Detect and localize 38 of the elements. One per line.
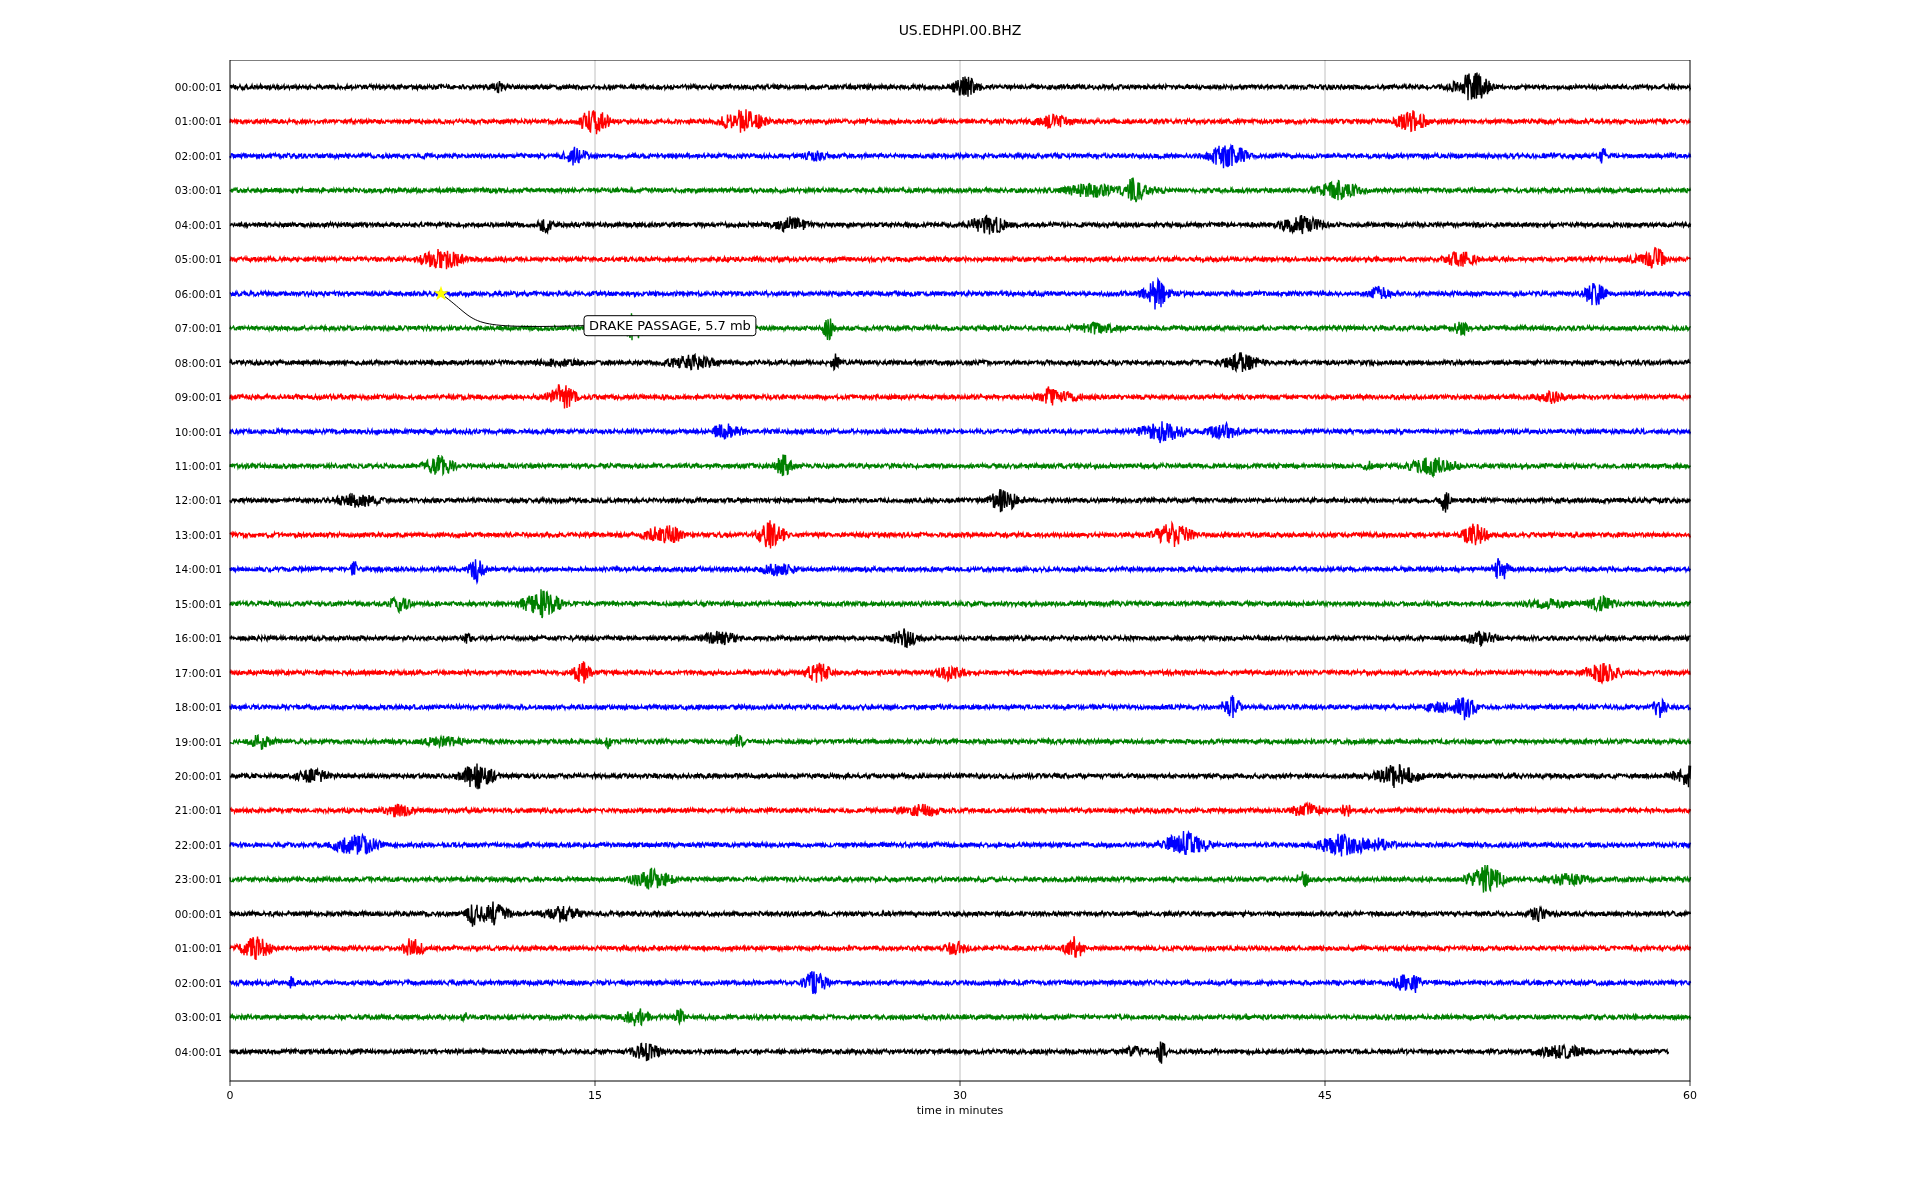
time-label: 20:00:01 [174, 770, 222, 782]
time-label: 01:00:01 [174, 115, 222, 128]
time-label: 19:00:01 [174, 735, 222, 748]
time-label: 04:00:01 [174, 218, 222, 231]
time-label: 03:00:01 [174, 184, 222, 197]
tick-label: 0 [226, 1089, 234, 1102]
time-label: 23:00:01 [174, 873, 222, 886]
time-label: 22:00:01 [174, 838, 222, 851]
time-label: 21:00:01 [174, 804, 222, 817]
tick-label: 15 [588, 1089, 602, 1102]
plot-title: US.EDHPI.00.BHZ [898, 22, 1022, 38]
time-label: 11:00:01 [174, 459, 222, 472]
time-label: 00:00:01 [174, 907, 222, 920]
time-label: 12:00:01 [174, 494, 222, 507]
time-label: 13:00:01 [174, 528, 222, 541]
axis-title: time in minutes [916, 1104, 1004, 1117]
time-label: 00:00:01 [174, 81, 222, 93]
time-label: 05:00:01 [174, 253, 222, 266]
tick-label: 60 [1683, 1089, 1697, 1102]
time-label: 10:00:01 [174, 425, 222, 438]
time-label: 06:00:01 [174, 287, 222, 300]
time-label: 03:00:01 [174, 1011, 222, 1024]
star-icon [433, 285, 449, 301]
time-label: 02:00:01 [174, 149, 222, 162]
time-label: 16:00:01 [174, 632, 222, 645]
tick-label: 45 [1318, 1089, 1332, 1102]
time-label: 17:00:01 [174, 666, 222, 679]
time-label: 04:00:01 [174, 1045, 222, 1058]
time-label: 08:00:01 [174, 356, 222, 369]
annotation-label: DRAKE PASSAGE, 5.7 mb [583, 315, 757, 337]
time-label: 15:00:01 [174, 597, 222, 610]
time-label: 18:00:01 [174, 701, 222, 714]
tick-label: 30 [953, 1089, 967, 1102]
time-label: 02:00:01 [174, 976, 222, 989]
time-label: 07:00:01 [174, 322, 222, 335]
time-label: 14:00:01 [174, 563, 222, 576]
time-label: 09:00:01 [174, 391, 222, 404]
time-label: 01:00:01 [174, 942, 222, 955]
